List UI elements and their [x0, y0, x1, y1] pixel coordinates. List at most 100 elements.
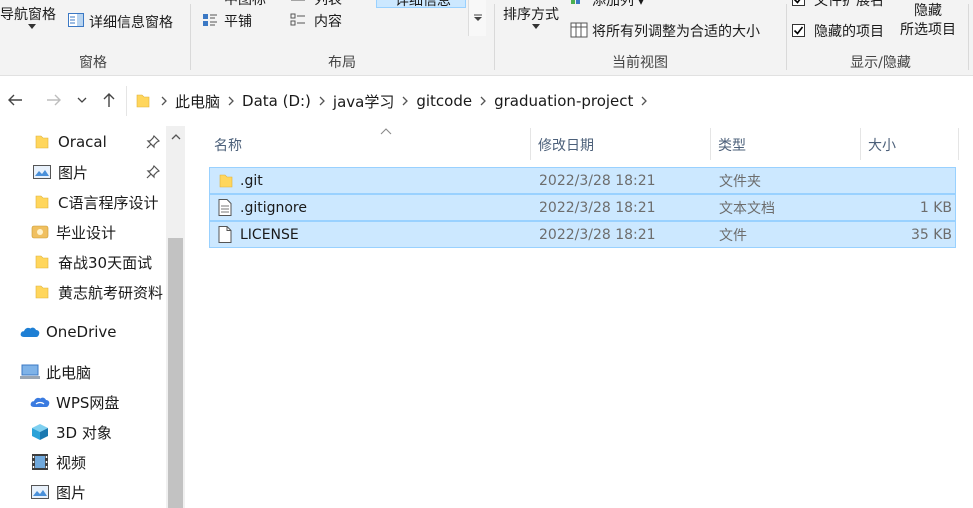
nav-item-videos[interactable]: 视频: [30, 448, 86, 476]
tiles-view-button[interactable]: 平铺: [224, 11, 252, 31]
file-size: [869, 168, 952, 193]
table-row[interactable]: LICENSE 2022/3/28 18:21 文件 35 KB: [209, 221, 956, 248]
nav-item-label: 黄志航考研资料: [58, 283, 164, 302]
navigation-pane-button[interactable]: 导航窗格: [0, 4, 56, 24]
nav-pane-scrollbar[interactable]: [166, 126, 185, 508]
sort-ascending-icon: [380, 128, 392, 135]
nav-item-pictures[interactable]: 图片: [30, 478, 86, 506]
medium-icons-button[interactable]: 中图标: [224, 0, 266, 9]
ribbon-group-show-hide: 文件扩展名 隐藏的项目 隐藏 所选项目 显示/隐藏: [788, 0, 973, 75]
content-view-button[interactable]: 内容: [314, 11, 342, 31]
table-row[interactable]: .gitignore 2022/3/28 18:21 文本文档 1 KB: [209, 194, 956, 221]
table-row[interactable]: .git 2022/3/28 18:21 文件夹: [209, 167, 956, 194]
add-column-label: 添加列: [592, 0, 634, 9]
nav-item-label: 奋战30天面试: [58, 253, 153, 272]
column-header-type[interactable]: 类型: [710, 130, 860, 160]
hidden-items-checkbox[interactable]: [792, 24, 805, 37]
file-icon: [218, 222, 236, 247]
column-header-size[interactable]: 大小: [860, 130, 958, 160]
add-column-button[interactable]: 添加列 ▾: [592, 0, 643, 10]
column-header-name[interactable]: 名称: [206, 128, 530, 160]
address-box[interactable]: 此电脑 Data (D:) java学习 gitcode graduation-…: [126, 86, 971, 116]
tiles-view-icon: [203, 14, 217, 26]
nav-item-label: 3D 对象: [56, 423, 112, 442]
column-divider[interactable]: [958, 128, 959, 160]
list-view-label: 列表: [314, 0, 342, 8]
column-header-modified[interactable]: 修改日期: [530, 130, 710, 160]
navigation-pane-label: 导航窗格: [0, 7, 56, 23]
details-view-label: 详细信息: [395, 0, 451, 9]
hide-selected-line2: 所选项目: [900, 22, 956, 38]
sort-by-label: 排序方式: [503, 7, 559, 23]
dropdown-arrow-icon: [532, 24, 540, 29]
breadcrumb-java[interactable]: java学习: [329, 91, 398, 112]
recent-locations-button[interactable]: [72, 88, 92, 112]
text-file-icon: [218, 195, 236, 220]
forward-button[interactable]: [42, 88, 66, 112]
breadcrumb-this-pc[interactable]: 此电脑: [171, 91, 224, 112]
current-view-group-label: 当前视图: [612, 55, 668, 71]
this-pc-icon: [20, 363, 40, 381]
list-view-button[interactable]: 列表: [314, 0, 342, 9]
folder-icon: [136, 94, 150, 108]
file-extensions-label: 文件扩展名: [814, 0, 884, 9]
file-extensions-checkbox[interactable]: [792, 0, 805, 6]
column-size-label: 大小: [868, 138, 896, 154]
file-size: 35 KB: [910, 226, 952, 243]
file-name: .git: [240, 172, 263, 189]
file-list: 名称 修改日期 类型 大小 .git 2022/3/28 18:21 文件夹 .…: [186, 126, 973, 508]
content-view-icon: [290, 13, 305, 26]
column-type-label: 类型: [718, 138, 746, 154]
up-button[interactable]: [97, 88, 121, 112]
nav-item-label: 视频: [56, 453, 87, 472]
pin-icon[interactable]: [146, 135, 160, 149]
layout-gallery-scroll[interactable]: [468, 0, 486, 36]
breadcrumb-gitcode[interactable]: gitcode: [412, 92, 476, 110]
details-pane-button[interactable]: 详细信息窗格: [89, 12, 173, 32]
nav-item-wps-cloud[interactable]: WPS网盘: [30, 388, 119, 416]
back-button[interactable]: [3, 88, 27, 112]
chevron-right-icon: [641, 96, 648, 106]
chevron-up-icon: [171, 134, 180, 140]
videos-icon: [30, 453, 50, 471]
breadcrumb-graduation-project[interactable]: graduation-project: [490, 92, 637, 110]
details-pane-label: 详细信息窗格: [89, 15, 173, 31]
layout-group-label: 布局: [328, 55, 356, 71]
address-bar-row: 此电脑 Data (D:) java学习 gitcode graduation-…: [0, 76, 973, 126]
medium-icons-icon: [202, 0, 218, 4]
file-modified: 2022/3/28 18:21: [539, 199, 656, 216]
onedrive-icon: [20, 323, 40, 341]
column-name-label: 名称: [214, 138, 242, 154]
nav-item-exam-materials[interactable]: 黄志航考研资料: [32, 278, 163, 306]
nav-item-interview[interactable]: 奋战30天面试: [32, 248, 152, 276]
sort-by-button[interactable]: 排序方式: [503, 4, 559, 24]
breadcrumb: 此电脑 Data (D:) java学习 gitcode graduation-…: [135, 86, 651, 116]
nav-item-onedrive[interactable]: OneDrive: [20, 318, 117, 346]
ribbon-separator: [968, 4, 969, 70]
size-columns-icon: [570, 22, 588, 38]
panes-group-label: 窗格: [79, 55, 107, 71]
size-all-columns-button[interactable]: 将所有列调整为合适的大小: [592, 21, 760, 41]
nav-item-pictures-pinned[interactable]: 图片: [32, 158, 88, 186]
hide-selected-items-button[interactable]: 隐藏 所选项目: [896, 2, 960, 42]
scroll-up-button[interactable]: [168, 128, 183, 146]
details-view-button[interactable]: 详细信息: [376, 0, 466, 9]
nav-item-oracal[interactable]: Oracal: [32, 128, 107, 156]
checkmark-icon: [793, 0, 801, 4]
nav-item-c-programming[interactable]: C语言程序设计: [32, 188, 158, 216]
hide-selected-line1: 隐藏: [914, 3, 942, 19]
nav-item-this-pc[interactable]: 此电脑: [20, 358, 91, 386]
nav-item-3d-objects[interactable]: 3D 对象: [30, 418, 112, 446]
ribbon-group-layout: 中图标 列表 详细信息 平铺 内容 布局: [194, 0, 490, 75]
file-modified: 2022/3/28 18:21: [539, 226, 656, 243]
pin-icon[interactable]: [146, 165, 160, 179]
breadcrumb-data-drive[interactable]: Data (D:): [238, 92, 315, 110]
folder-special-icon: [30, 223, 50, 241]
scroll-thumb[interactable]: [168, 238, 183, 508]
checkmark-icon: [793, 26, 804, 35]
nav-item-graduation-design[interactable]: 毕业设计: [30, 218, 116, 246]
folder-icon: [32, 133, 52, 151]
size-all-columns-label: 将所有列调整为合适的大小: [592, 24, 760, 40]
arrow-left-icon: [8, 94, 22, 106]
pictures-icon: [32, 163, 52, 181]
